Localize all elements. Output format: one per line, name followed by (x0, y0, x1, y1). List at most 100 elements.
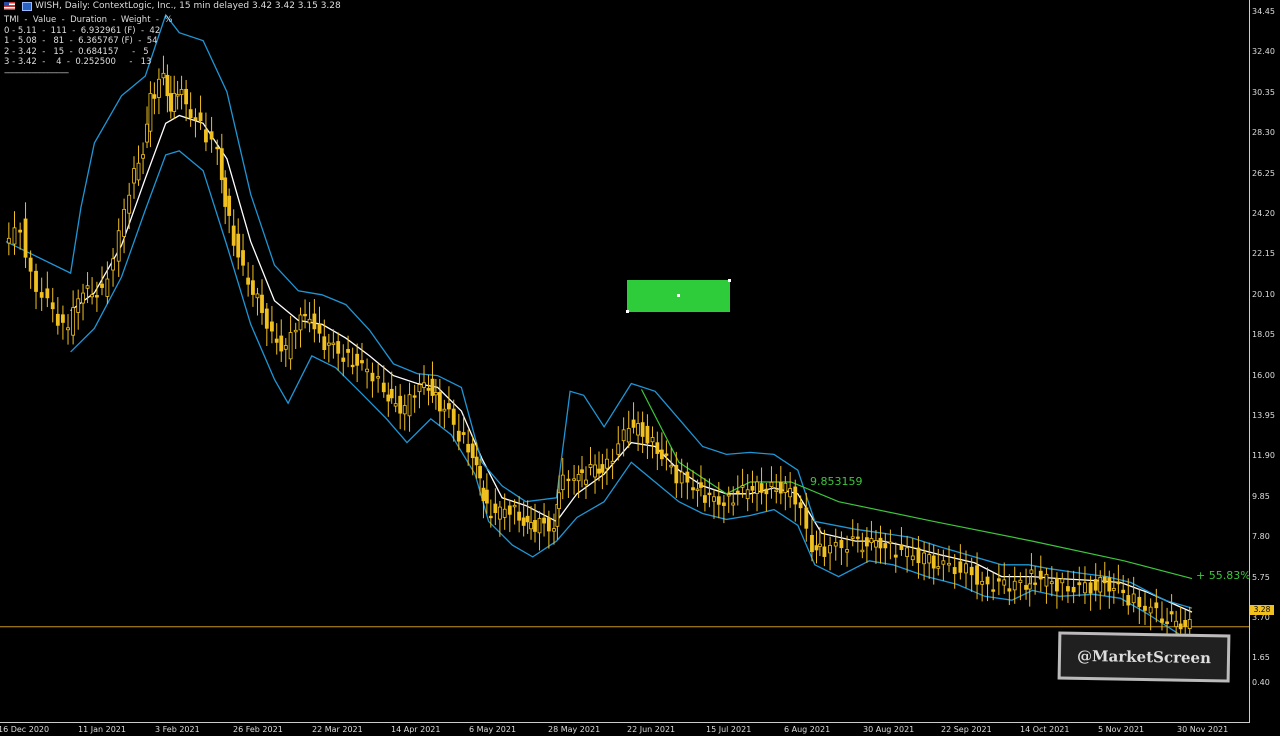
candle-body (376, 376, 381, 379)
candle-body (223, 177, 228, 207)
upper-band-line (5, 13, 1193, 609)
candle-body (90, 294, 94, 298)
candle-body (517, 511, 522, 521)
legend-separator: ------------------------------- (4, 67, 69, 78)
candle-body (28, 257, 33, 272)
candle-body (695, 488, 700, 491)
candle-body (899, 544, 904, 551)
candle-body (755, 481, 759, 494)
y-tick-label: 20.10 (1252, 289, 1275, 299)
candle-body (1111, 588, 1116, 591)
candle-body (1160, 618, 1164, 623)
candle-body (659, 449, 664, 460)
candle-body (941, 560, 946, 565)
candle-body (888, 541, 893, 545)
candle-body (341, 357, 346, 362)
candle-body (745, 489, 750, 500)
candle-body (1178, 623, 1183, 630)
candle-body (326, 342, 331, 346)
candle-body (23, 218, 28, 258)
candle-body (1049, 581, 1054, 585)
candle-body (1033, 582, 1038, 585)
candle-body (145, 123, 149, 143)
candle-body (447, 403, 451, 410)
candle-body (350, 364, 355, 368)
candle-body (631, 419, 636, 428)
candle-body (566, 478, 571, 482)
selected-rectangle-object[interactable] (626, 279, 731, 313)
candle-body (236, 233, 241, 258)
candle-body (679, 471, 684, 484)
y-tick-label: 7.80 (1252, 532, 1270, 542)
candle-body (264, 308, 269, 329)
candle-body (1126, 595, 1131, 606)
candle-body (905, 547, 910, 557)
y-tick-label: 22.15 (1252, 249, 1275, 259)
flag-icon (4, 2, 15, 10)
indicator-legend: TMI - Value - Duration - Weight - % 0 - 5… (4, 15, 172, 79)
candle-body (593, 464, 597, 478)
candle-body (1083, 582, 1087, 594)
candle-body (1060, 578, 1065, 584)
candle-body (1102, 576, 1107, 584)
candle-body (869, 538, 874, 544)
candle-body (1029, 569, 1034, 574)
candle-body (883, 543, 888, 549)
y-tick-label: 24.20 (1252, 208, 1275, 218)
candle-body (669, 464, 674, 468)
candle-body (731, 502, 736, 506)
y-tick-label: 28.30 (1252, 128, 1275, 138)
legend-row: 0 - 5.11 - 111 - 6.932961 (F) - 42 (4, 25, 161, 36)
resize-handle[interactable] (626, 310, 629, 313)
candle-body (493, 503, 498, 514)
candle-body (219, 148, 224, 181)
candle-body (132, 168, 136, 184)
candle-body (422, 382, 426, 388)
candle-body (703, 495, 707, 503)
candle-body (774, 489, 779, 492)
x-tick-label: 3 Feb 2021 (155, 725, 200, 734)
candle-body (402, 405, 407, 415)
candle-body (412, 395, 417, 398)
candle-body (34, 270, 38, 292)
candle-body (910, 555, 915, 561)
candle-body (616, 443, 621, 455)
candle-body (936, 566, 941, 569)
y-tick-label: 13.95 (1252, 410, 1275, 420)
candle-body (1143, 605, 1147, 611)
candle-body (389, 388, 394, 399)
candle-body (828, 545, 832, 554)
candle-body (778, 482, 783, 494)
candle-body (707, 492, 712, 496)
candle-body (1107, 577, 1112, 592)
candle-body (822, 546, 827, 557)
candle-body (817, 543, 822, 547)
candle-body (605, 458, 609, 469)
resize-handle[interactable] (728, 279, 731, 282)
candle-body (1165, 621, 1169, 624)
candle-body (521, 517, 526, 526)
x-tick-label: 5 Nov 2021 (1098, 725, 1145, 734)
candle-body (893, 554, 898, 558)
candle-body (307, 318, 312, 324)
move-handle[interactable] (677, 294, 680, 297)
candle-body (764, 488, 769, 495)
candle-body (484, 489, 489, 504)
candle-body (209, 131, 214, 140)
chart-title: WISH, Daily: ContextLogic, Inc., 15 min … (35, 1, 341, 11)
candle-body (560, 474, 565, 491)
candle-body (45, 288, 50, 299)
candle-body (783, 482, 788, 493)
candle-body (168, 93, 173, 112)
candle-body (546, 517, 551, 532)
candle-body (726, 494, 731, 497)
candle-body (674, 464, 679, 484)
candle-body (1024, 585, 1028, 590)
candle-body (255, 293, 260, 299)
candle-body (537, 518, 542, 534)
candle-body (557, 492, 561, 510)
candle-body (478, 466, 482, 479)
candle-body (1038, 570, 1043, 580)
candle-body (293, 329, 298, 333)
candle-body (417, 384, 422, 393)
